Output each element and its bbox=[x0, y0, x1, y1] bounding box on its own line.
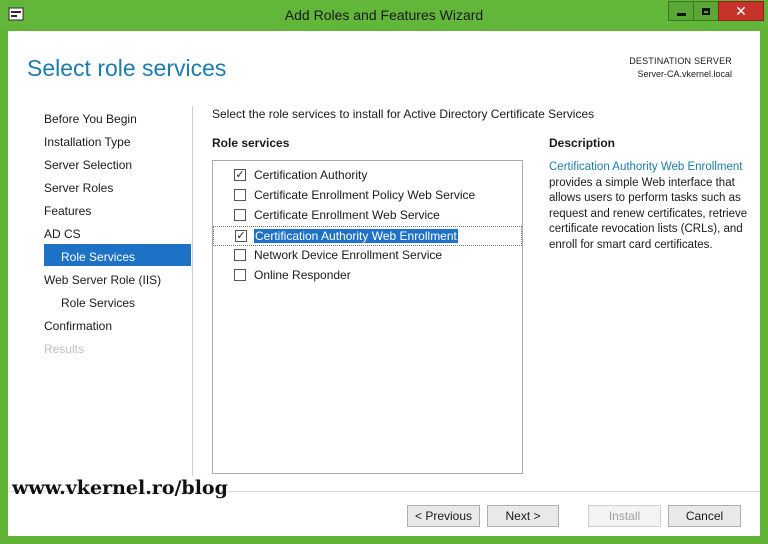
role-service-label[interactable]: Online Responder bbox=[254, 268, 351, 282]
wizard-content: Select role services DESTINATION SERVER … bbox=[8, 31, 760, 536]
nav-item-role-services[interactable]: Role Services bbox=[61, 250, 135, 264]
role-services-header: Role services bbox=[212, 136, 290, 150]
watermark-text: www.vkernel.ro/blog bbox=[12, 477, 228, 499]
nav-item-features[interactable]: Features bbox=[44, 204, 91, 218]
maximize-icon bbox=[702, 7, 710, 15]
destination-label: DESTINATION SERVER bbox=[629, 56, 732, 66]
nav-item-web-server-role-iis[interactable]: Web Server Role (IIS) bbox=[44, 273, 161, 287]
previous-button[interactable]: < Previous bbox=[407, 505, 480, 527]
role-service-checkbox[interactable] bbox=[234, 249, 246, 261]
role-service-row[interactable]: Network Device Enrollment Service bbox=[213, 246, 522, 266]
role-service-label[interactable]: Certificate Enrollment Web Service bbox=[254, 208, 440, 222]
nav-item-role-services[interactable]: Role Services bbox=[61, 296, 135, 310]
description-header: Description bbox=[549, 136, 616, 150]
cancel-button[interactable]: Cancel bbox=[668, 505, 741, 527]
next-button[interactable]: Next > bbox=[487, 505, 559, 527]
role-service-row[interactable]: ✓ Certification Authority bbox=[213, 166, 522, 186]
minimize-button[interactable] bbox=[668, 1, 694, 21]
title-bar[interactable]: Add Roles and Features Wizard ✕ bbox=[0, 0, 768, 30]
instruction-text: Select the role services to install for … bbox=[212, 107, 595, 121]
nav-item-installation-type[interactable]: Installation Type bbox=[44, 135, 131, 149]
role-service-label[interactable]: Certification Authority bbox=[254, 168, 367, 182]
description-text: Certification Authority Web Enrollment p… bbox=[549, 160, 749, 253]
role-service-row[interactable]: Online Responder bbox=[213, 266, 522, 286]
nav-item-ad-cs[interactable]: AD CS bbox=[44, 227, 81, 241]
role-service-checkbox[interactable] bbox=[234, 269, 246, 281]
role-service-row[interactable]: Certificate Enrollment Policy Web Servic… bbox=[213, 186, 522, 206]
nav-item-server-roles[interactable]: Server Roles bbox=[44, 181, 113, 195]
close-button[interactable]: ✕ bbox=[718, 1, 764, 21]
nav-item-server-selection[interactable]: Server Selection bbox=[44, 158, 132, 172]
description-link[interactable]: Certification Authority Web Enrollment bbox=[549, 161, 742, 173]
role-service-row[interactable]: Certificate Enrollment Web Service bbox=[213, 206, 522, 226]
description-body: provides a simple Web interface that all… bbox=[549, 176, 748, 251]
page-title: Select role services bbox=[27, 55, 227, 81]
role-service-label[interactable]: Network Device Enrollment Service bbox=[254, 248, 442, 262]
nav-item-before-you-begin[interactable]: Before You Begin bbox=[44, 112, 137, 126]
nav-item-confirmation[interactable]: Confirmation bbox=[44, 319, 112, 333]
role-services-list[interactable]: ✓ Certification Authority Certificate Enro… bbox=[212, 160, 523, 474]
destination-server-name: Server-CA.vkernel.local bbox=[637, 69, 732, 79]
nav-divider bbox=[192, 106, 193, 476]
destination-server: DESTINATION SERVER Server-CA.vkernel.loc… bbox=[629, 55, 732, 81]
role-service-row[interactable]: ✓ Certification Authority Web Enrollment bbox=[213, 226, 522, 246]
role-service-checkbox[interactable] bbox=[234, 189, 246, 201]
maximize-button[interactable] bbox=[693, 1, 719, 21]
role-service-checkbox[interactable]: ✓ bbox=[234, 169, 246, 181]
role-service-checkbox[interactable] bbox=[234, 209, 246, 221]
close-icon: ✕ bbox=[735, 3, 747, 19]
nav-item-results: Results bbox=[44, 342, 85, 356]
minimize-icon bbox=[676, 12, 686, 16]
install-button[interactable]: Install bbox=[588, 505, 661, 527]
window-title: Add Roles and Features Wizard bbox=[284, 7, 484, 23]
role-service-label[interactable]: Certificate Enrollment Policy Web Servic… bbox=[254, 188, 475, 202]
role-service-label[interactable]: Certification Authority Web Enrollment bbox=[254, 229, 458, 243]
role-service-checkbox[interactable]: ✓ bbox=[235, 230, 247, 242]
wizard-window: Add Roles and Features Wizard ✕ Select r… bbox=[0, 0, 768, 544]
